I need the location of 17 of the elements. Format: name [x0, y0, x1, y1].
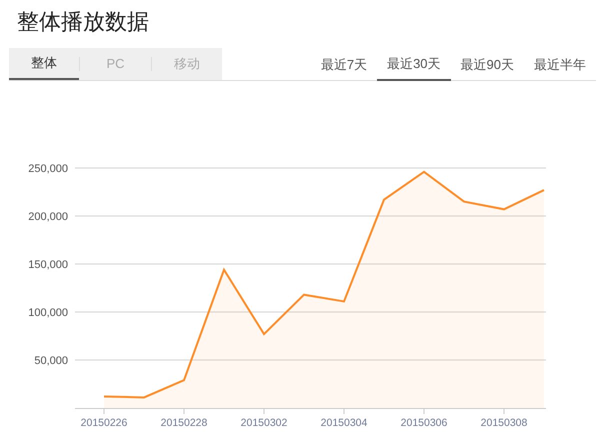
range-tab[interactable]: 最近30天: [377, 48, 451, 81]
range-tab[interactable]: 最近7天: [310, 48, 378, 81]
x-axis-label: 20150308: [480, 417, 528, 429]
platform-tab[interactable]: 整体: [9, 48, 80, 80]
y-axis-label: 250,000: [28, 163, 68, 175]
y-axis-label: 150,000: [28, 259, 68, 271]
x-axis-label: 20150306: [400, 417, 448, 429]
page-title: 整体播放数据: [17, 8, 149, 36]
x-axis-label: 20150228: [160, 417, 208, 429]
range-tab[interactable]: 最近半年: [524, 48, 596, 81]
x-axis-label: 20150226: [80, 417, 128, 429]
y-axis-label: 100,000: [28, 307, 68, 319]
range-tab[interactable]: 最近90天: [450, 48, 524, 81]
y-axis-label: 200,000: [28, 211, 68, 223]
x-axis-label: 20150302: [240, 417, 288, 429]
y-axis-label: 50,000: [34, 355, 68, 367]
x-axis-label: 20150304: [320, 417, 368, 429]
